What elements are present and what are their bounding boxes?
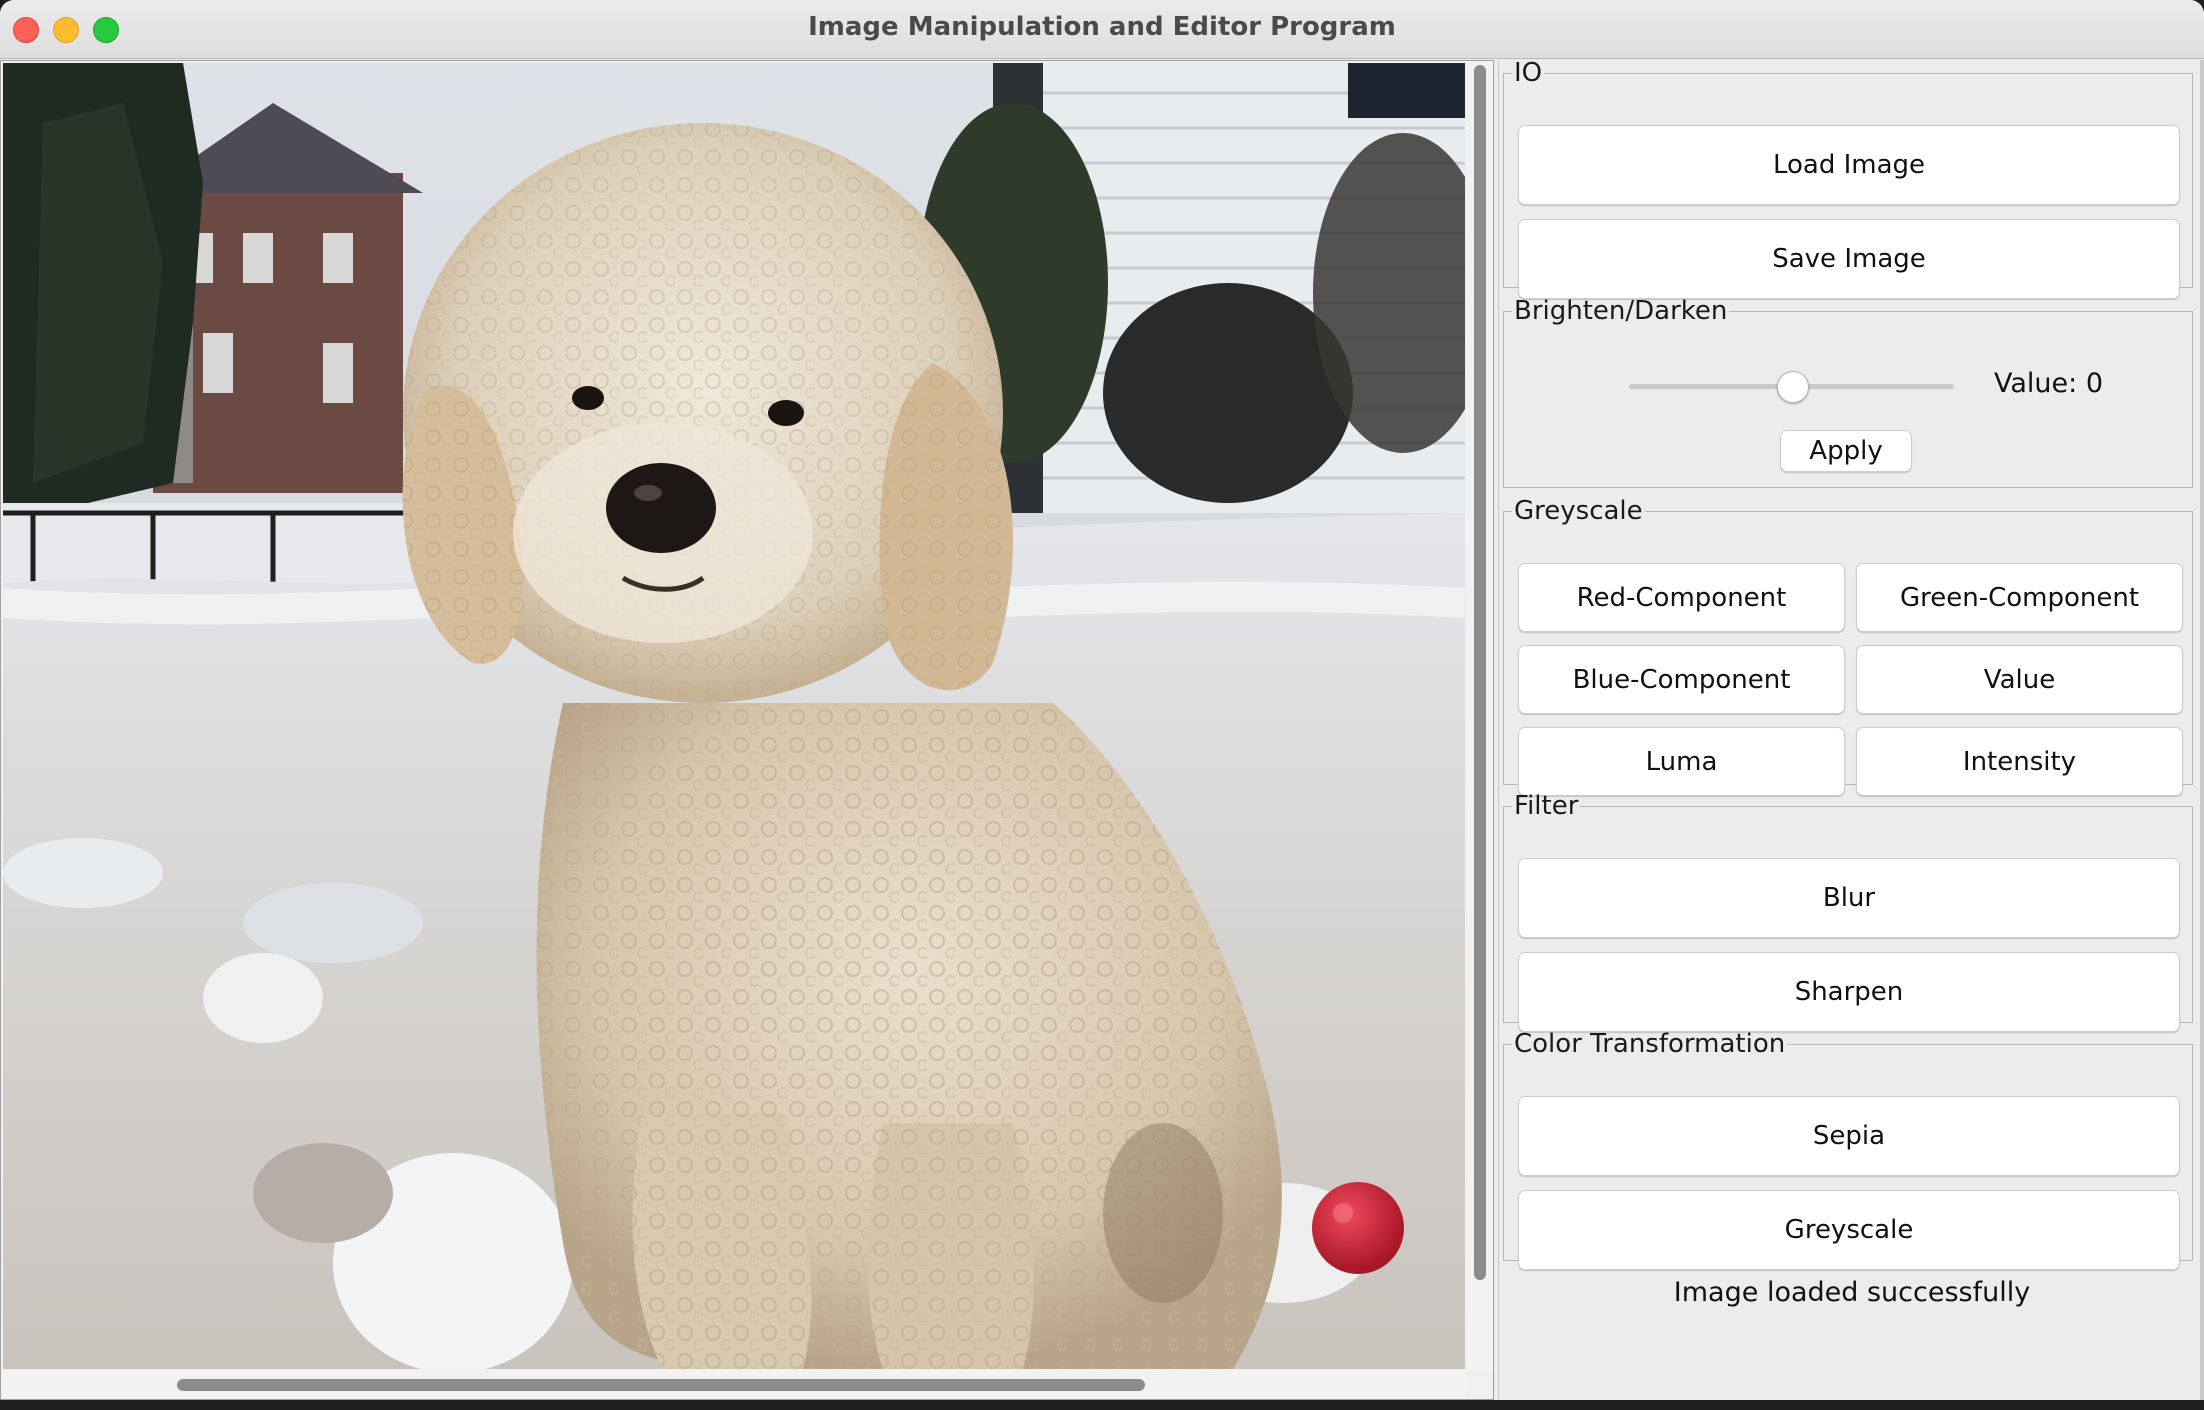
- window-right-edge: [2200, 60, 2204, 1400]
- window-title: Image Manipulation and Editor Program: [808, 12, 1396, 42]
- image-viewport[interactable]: [0, 60, 1494, 1400]
- load-image-button[interactable]: Load Image: [1518, 125, 2180, 205]
- value-button[interactable]: Value: [1856, 645, 2183, 714]
- loaded-image: [3, 63, 1465, 1369]
- blur-button[interactable]: Blur: [1518, 858, 2180, 938]
- filter-group: Filter Blur Sharpen: [1503, 791, 2193, 1032]
- brighten-darken-legend: Brighten/Darken: [1514, 296, 1728, 326]
- color-greyscale-button[interactable]: Greyscale: [1518, 1190, 2180, 1270]
- brightness-slider-knob[interactable]: [1776, 371, 1809, 403]
- controls-panel: IO Load Image Save Image Brighten/Darken…: [1498, 60, 2204, 1400]
- app-window: Image Manipulation and Editor Program IO…: [0, 0, 2204, 1400]
- brighten-darken-group: Brighten/Darken Value: 0 Apply: [1503, 298, 2193, 488]
- red-component-button[interactable]: Red-Component: [1518, 563, 1845, 632]
- sepia-button[interactable]: Sepia: [1518, 1096, 2180, 1176]
- brightness-value: 0: [2085, 368, 2104, 399]
- intensity-button[interactable]: Intensity: [1856, 727, 2183, 796]
- horizontal-scrollbar[interactable]: [1, 1371, 1467, 1399]
- color-transformation-group: Color Transformation Sepia Greyscale: [1503, 1029, 2193, 1270]
- color-transformation-legend: Color Transformation: [1514, 1029, 1786, 1059]
- vertical-scroll-thumb[interactable]: [1474, 65, 1486, 1280]
- vertical-scrollbar[interactable]: [1467, 61, 1493, 1371]
- greyscale-group: Greyscale Red-Component Green-Component …: [1503, 496, 2193, 796]
- title-bar: Image Manipulation and Editor Program: [0, 0, 2204, 59]
- filter-legend: Filter: [1514, 791, 1579, 821]
- image-canvas: [3, 63, 1465, 1369]
- io-group: IO Load Image Save Image: [1503, 58, 2193, 299]
- blue-component-button[interactable]: Blue-Component: [1518, 645, 1845, 714]
- greyscale-legend: Greyscale: [1514, 496, 1643, 526]
- horizontal-scroll-thumb[interactable]: [177, 1379, 1145, 1391]
- io-legend: IO: [1514, 58, 1543, 88]
- brightness-value-prefix: Value:: [1994, 368, 2086, 399]
- green-component-button[interactable]: Green-Component: [1856, 563, 2183, 632]
- apply-brightness-button[interactable]: Apply: [1780, 430, 1912, 472]
- brightness-value-label: Value: 0: [1994, 368, 2103, 399]
- sharpen-button[interactable]: Sharpen: [1518, 952, 2180, 1032]
- save-image-button[interactable]: Save Image: [1518, 219, 2180, 299]
- luma-button[interactable]: Luma: [1518, 727, 1845, 796]
- status-message: Image loaded successfully: [1673, 1277, 2031, 1308]
